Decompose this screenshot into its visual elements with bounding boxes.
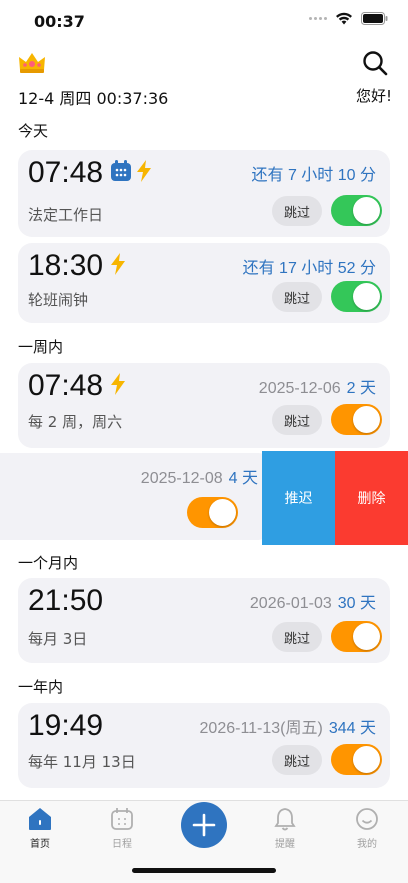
alarm-subtitle: 轮班闹钟 [28, 291, 89, 309]
alarm-time: 19:49 [28, 709, 104, 742]
alarm-time: 07:48 [28, 369, 104, 402]
alarm-card[interactable]: 07:48 还有 7 小时 10 分 法定工作日 跳过 [18, 150, 390, 237]
alarm-date-remaining: 2025-12-08 4 天 [140, 470, 258, 487]
alarm-toggle[interactable] [187, 497, 238, 528]
wifi-icon [336, 12, 352, 25]
calendar-icon [111, 808, 133, 830]
alarm-subtitle: 每年 11月 13日 [28, 753, 136, 771]
section-year: 一年内 [18, 678, 64, 696]
alarm-date-remaining: 2025-12-06 2 天 [258, 380, 376, 397]
home-icon [29, 808, 51, 830]
alarm-card[interactable]: 07:48 2025-12-06 2 天 每 2 周，周六 跳过 [18, 363, 390, 448]
status-bar: 00:37 [0, 0, 408, 44]
cellular-icon [309, 17, 327, 20]
tab-label: 提醒 [275, 839, 295, 850]
alarm-time: 18:30 [28, 249, 104, 282]
tab-reminders[interactable]: 提醒 [255, 807, 315, 850]
smiley-icon [356, 808, 378, 830]
tab-label: 我的 [357, 839, 377, 850]
tab-label: 首页 [30, 839, 50, 850]
tab-mine[interactable]: 我的 [337, 807, 397, 850]
tab-home[interactable]: 首页 [10, 807, 70, 850]
bell-icon [274, 808, 296, 831]
status-time: 00:37 [34, 12, 85, 31]
section-week: 一周内 [18, 338, 64, 356]
alarm-remaining: 还有 17 小时 52 分 [242, 260, 376, 277]
section-today: 今天 [18, 122, 49, 140]
alarm-toggle[interactable] [331, 404, 382, 435]
alarm-toggle[interactable] [331, 621, 382, 652]
greeting-text: 您好! [355, 87, 392, 105]
plus-icon [192, 813, 216, 837]
alarm-subtitle: 法定工作日 [28, 206, 104, 224]
skip-button[interactable]: 跳过 [272, 622, 322, 652]
alarm-subtitle: 每月 3日 [28, 630, 88, 648]
header-datetime: 12-4 周四 00:37:36 [18, 89, 169, 108]
lightning-icon [111, 253, 125, 275]
skip-button[interactable]: 跳过 [272, 405, 322, 435]
alarm-toggle[interactable] [331, 744, 382, 775]
alarm-badges [110, 160, 152, 182]
alarm-card[interactable]: 21:50 2026-01-03 30 天 每月 3日 跳过 [18, 578, 390, 663]
status-icons [309, 12, 388, 25]
alarm-toggle[interactable] [331, 281, 382, 312]
alarm-subtitle: 每 2 周，周六 [28, 413, 123, 431]
alarm-date-remaining: 2026-01-03 30 天 [249, 595, 376, 612]
crown-icon[interactable] [18, 50, 46, 78]
home-indicator [132, 868, 276, 873]
add-alarm-button[interactable] [181, 802, 227, 848]
lightning-icon [111, 373, 125, 395]
skip-button[interactable]: 跳过 [272, 745, 322, 775]
alarm-time: 07:48 [28, 156, 104, 189]
alarm-time: 21:50 [28, 584, 104, 617]
skip-button[interactable]: 跳过 [272, 282, 322, 312]
calendar-icon [111, 160, 131, 181]
tab-schedule[interactable]: 日程 [92, 807, 152, 850]
delete-button[interactable]: 删除 [335, 451, 408, 545]
alarm-card[interactable]: 18:30 还有 17 小时 52 分 轮班闹钟 跳过 [18, 243, 390, 323]
search-icon[interactable] [362, 50, 388, 80]
section-month: 一个月内 [18, 554, 79, 572]
alarm-remaining: 还有 7 小时 10 分 [251, 167, 376, 184]
alarm-badges [110, 253, 126, 275]
alarm-date-remaining: 2026-11-13(周五) 344 天 [199, 720, 376, 737]
lightning-icon [137, 160, 151, 182]
battery-icon [361, 12, 388, 25]
postpone-button[interactable]: 推迟 [262, 451, 335, 545]
skip-button[interactable]: 跳过 [272, 196, 322, 226]
alarm-card-swiped[interactable]: 2025-12-08 4 天 [0, 453, 272, 540]
alarm-badges [110, 373, 126, 395]
alarm-card[interactable]: 19:49 2026-11-13(周五) 344 天 每年 11月 13日 跳过 [18, 703, 390, 788]
tab-label: 日程 [112, 839, 132, 850]
alarm-toggle[interactable] [331, 195, 382, 226]
